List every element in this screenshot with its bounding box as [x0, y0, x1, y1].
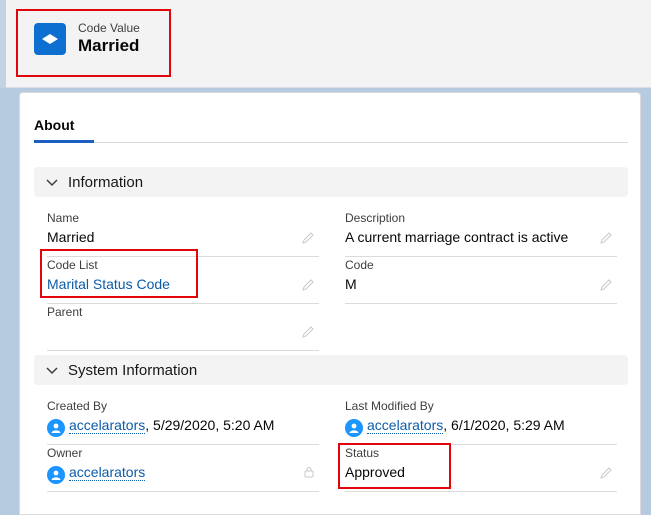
record-detail-card: About Information Name Married Descripti… [19, 92, 641, 515]
field-created-by-label: Created By [47, 399, 108, 413]
last-modified-by-user-link[interactable]: accelarators [367, 417, 444, 434]
field-owner: Owner accelarators [47, 446, 319, 492]
created-by-date: , 5/29/2020, 5:20 AM [145, 417, 275, 433]
created-by-user-link[interactable]: accelarators [69, 417, 146, 434]
field-created-by: Created By accelarators, 5/29/2020, 5:20… [47, 399, 319, 445]
pencil-icon[interactable] [301, 325, 315, 339]
section-information-title: Information [68, 173, 144, 191]
change-owner-icon[interactable] [303, 466, 315, 478]
pencil-icon[interactable] [301, 231, 315, 245]
highlight-box-code-list [40, 249, 198, 298]
pencil-icon[interactable] [301, 278, 315, 292]
section-system-information-header[interactable]: System Information [34, 355, 628, 385]
field-last-modified-by: Last Modified By accelarators, 6/1/2020,… [345, 399, 617, 445]
field-code-value: M [345, 276, 357, 292]
pencil-icon[interactable] [599, 231, 613, 245]
field-created-by-value: accelarators, 5/29/2020, 5:20 AM [47, 417, 274, 437]
chevron-down-icon [46, 362, 60, 379]
field-name-value: Married [47, 229, 95, 245]
field-name-label: Name [47, 211, 80, 225]
field-description-label: Description [345, 211, 406, 225]
field-description-value: A current marriage contract is active [345, 229, 569, 245]
owner-user-link[interactable]: accelarators [69, 464, 146, 481]
field-code: Code M [345, 258, 617, 304]
field-last-modified-by-label: Last Modified By [345, 399, 434, 413]
field-parent-label: Parent [47, 305, 83, 319]
field-owner-label: Owner [47, 446, 83, 460]
highlight-box-header [16, 9, 171, 77]
pencil-icon[interactable] [599, 278, 613, 292]
field-owner-value: accelarators [47, 464, 146, 484]
field-code-label: Code [345, 258, 374, 272]
section-system-information-title: System Information [68, 361, 198, 379]
chevron-down-icon [46, 174, 60, 191]
last-modified-by-date: , 6/1/2020, 5:29 AM [443, 417, 565, 433]
tab-about[interactable]: About [34, 107, 94, 143]
user-avatar-icon [47, 466, 65, 484]
user-avatar-icon [47, 419, 65, 437]
field-description: Description A current marriage contract … [345, 211, 617, 257]
field-last-modified-by-value: accelarators, 6/1/2020, 5:29 AM [345, 417, 565, 437]
field-parent: Parent [47, 305, 319, 351]
highlight-box-status [338, 443, 451, 489]
tab-bar: About [34, 107, 628, 143]
section-information-header[interactable]: Information [34, 167, 628, 197]
pencil-icon[interactable] [599, 466, 613, 480]
user-avatar-icon [345, 419, 363, 437]
